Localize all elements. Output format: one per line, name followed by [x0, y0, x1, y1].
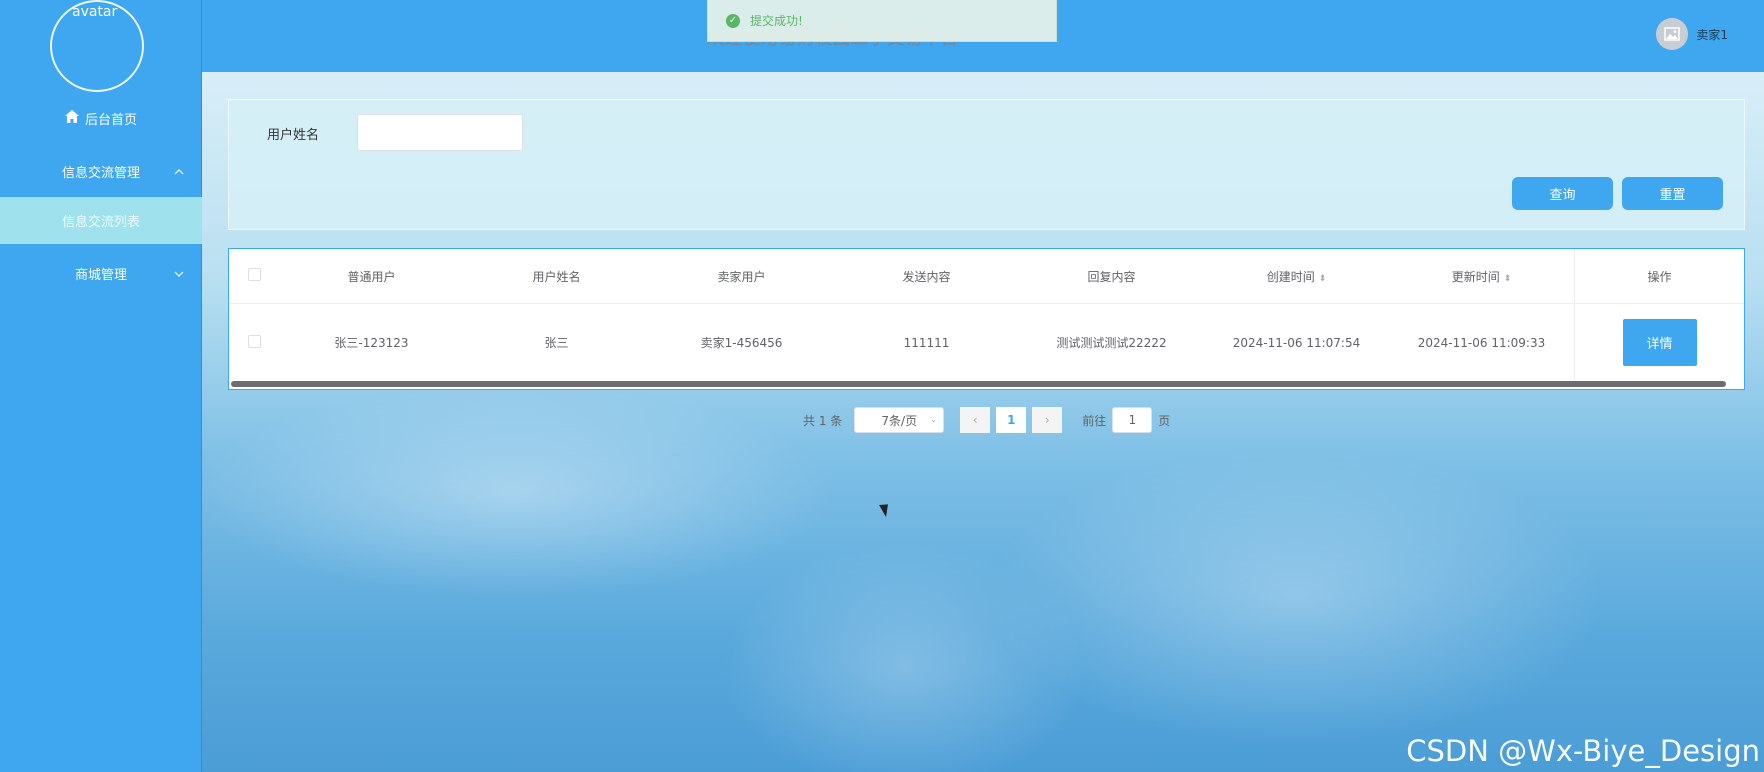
- page-size-select[interactable]: 7条/页 ⌄: [854, 407, 945, 433]
- cell-content: 111111: [903, 335, 950, 350]
- row-checkbox[interactable]: [229, 334, 279, 351]
- goto-label: 前往: [1082, 413, 1107, 428]
- column-header: 卖家用户: [717, 269, 766, 284]
- home-icon: [64, 109, 79, 127]
- column-header: 用户姓名: [532, 269, 581, 284]
- sidebar-item-message-list[interactable]: 信息交流列表: [0, 197, 202, 244]
- sidebar-item-label: 商城管理: [74, 267, 127, 283]
- column-header-updated[interactable]: 更新时间 ⬍: [1389, 268, 1574, 285]
- table-header: 普通用户 用户姓名 卖家用户 发送内容 回复内容 创建时间 ⬍ 更新时间 ⬍ 操作: [229, 249, 1744, 304]
- sidebar-item-label: 信息交流管理: [61, 165, 140, 181]
- sidebar-item-mall-management[interactable]: 商城管理: [0, 248, 202, 298]
- column-header-label: 更新时间: [1451, 269, 1500, 284]
- sidebar: avatar 后台首页 信息交流管理 信息交流列表 商城管理: [0, 0, 202, 772]
- page-suffix: 页: [1158, 413, 1171, 428]
- user-menu[interactable]: 卖家1: [1656, 18, 1728, 50]
- toast-message: 提交成功!: [750, 14, 803, 28]
- sidebar-avatar: avatar: [50, 0, 144, 92]
- sort-icon[interactable]: ⬍: [1319, 274, 1327, 284]
- sidebar-item-home[interactable]: 后台首页: [0, 93, 202, 143]
- data-table: 普通用户 用户姓名 卖家用户 发送内容 回复内容 创建时间 ⬍ 更新时间 ⬍ 操作 …: [228, 248, 1745, 390]
- column-header: 操作: [1574, 249, 1744, 303]
- column-header: 发送内容: [902, 269, 951, 284]
- search-label: 用户姓名: [267, 128, 320, 143]
- image-icon: [1656, 18, 1689, 50]
- user-name: 卖家1: [1696, 27, 1728, 42]
- pagination-total: 共 1 条: [803, 413, 843, 428]
- column-header-label: 创建时间: [1266, 269, 1315, 284]
- column-header: 普通用户: [347, 269, 396, 284]
- username-search-input[interactable]: [357, 114, 523, 151]
- column-header: 回复内容: [1087, 269, 1136, 284]
- page-number[interactable]: 1: [996, 407, 1027, 433]
- chevron-up-icon: [174, 165, 184, 178]
- table-row: 张三-123123 张三 卖家1-456456 111111 测试测试测试222…: [229, 305, 1744, 380]
- goto-page-input[interactable]: 1: [1112, 407, 1153, 433]
- detail-button[interactable]: 详情: [1622, 319, 1697, 366]
- cell-updated: 2024-11-06 11:09:33: [1417, 335, 1546, 350]
- success-toast: ✓ 提交成功!: [707, 0, 1057, 42]
- next-page-button[interactable]: ›: [1032, 407, 1063, 433]
- query-button[interactable]: 查询: [1512, 177, 1613, 210]
- avatar-label: avatar: [72, 4, 118, 20]
- chevron-left-icon: ‹: [972, 413, 978, 427]
- cell-reply: 测试测试测试22222: [1056, 336, 1167, 350]
- search-panel: 用户姓名 查询 重置: [228, 99, 1745, 230]
- watermark: CSDN @Wx-Biye_Design: [1406, 734, 1760, 768]
- pagination: 共 1 条 7条/页 ⌄ ‹ 1 › 前往 1 页: [803, 407, 1170, 433]
- chevron-down-icon: ⌄: [929, 415, 938, 425]
- cell-user: 张三-123123: [334, 336, 409, 350]
- cell-actions: 详情: [1574, 305, 1744, 380]
- sidebar-item-label: 信息交流列表: [61, 215, 140, 230]
- chevron-down-icon: [174, 267, 184, 280]
- horizontal-scrollbar[interactable]: [231, 381, 1726, 387]
- cell-name: 张三: [544, 336, 569, 350]
- sidebar-item-label: 后台首页: [84, 112, 137, 128]
- cell-seller: 卖家1-456456: [700, 336, 783, 350]
- prev-page-button[interactable]: ‹: [960, 407, 991, 433]
- select-all-checkbox[interactable]: [229, 268, 279, 284]
- cell-created: 2024-11-06 11:07:54: [1232, 335, 1361, 350]
- chevron-right-icon: ›: [1044, 413, 1050, 427]
- page-size-value: 7条/页: [881, 413, 918, 428]
- column-header-created[interactable]: 创建时间 ⬍: [1204, 268, 1389, 285]
- sidebar-item-message-management[interactable]: 信息交流管理: [0, 146, 202, 196]
- sort-icon[interactable]: ⬍: [1504, 274, 1512, 284]
- reset-button[interactable]: 重置: [1622, 177, 1723, 210]
- check-circle-icon: ✓: [726, 13, 740, 28]
